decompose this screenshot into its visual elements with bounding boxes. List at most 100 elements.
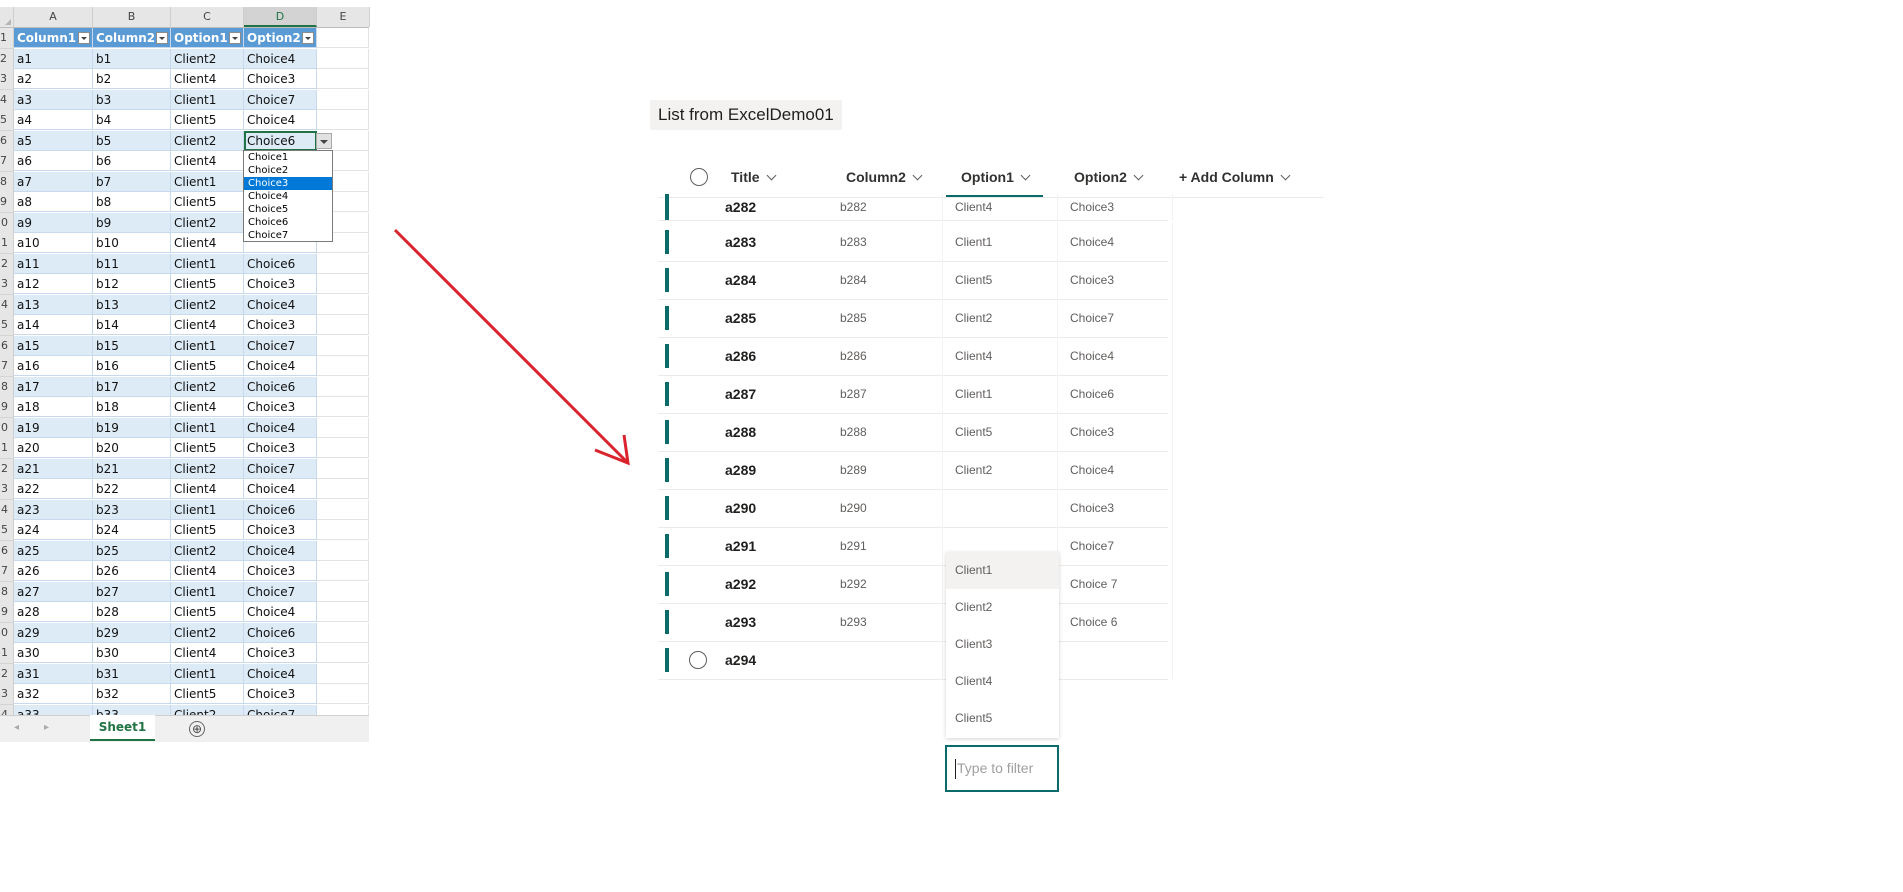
table-cell[interactable]: Client2 <box>171 130 244 151</box>
row-number[interactable]: 16 <box>0 335 14 357</box>
table-cell[interactable]: a24 <box>14 520 93 540</box>
title-cell[interactable]: a291 <box>713 527 828 565</box>
option1-cell[interactable]: Client4 <box>943 337 1058 375</box>
title-cell[interactable]: a292 <box>713 565 828 603</box>
row-number[interactable]: 9 <box>0 192 14 213</box>
column2-cell[interactable]: b286 <box>828 337 943 375</box>
table-cell[interactable]: b26 <box>93 561 171 581</box>
new-list-row[interactable]: a294 <box>658 641 1173 680</box>
table-cell[interactable]: Choice4 <box>244 540 317 561</box>
row-number[interactable]: 33 <box>0 684 14 705</box>
row-number[interactable]: 12 <box>0 253 14 275</box>
table-cell[interactable]: b28 <box>93 602 171 622</box>
row-number[interactable]: 8 <box>0 171 14 193</box>
row-number[interactable]: 3 <box>0 69 14 90</box>
table-cell[interactable]: Choice4 <box>244 479 317 499</box>
table-cell[interactable]: Choice7 <box>244 581 317 602</box>
dropdown-option[interactable]: Client1 <box>946 552 1059 589</box>
table-cell[interactable]: b13 <box>93 294 171 315</box>
table-cell[interactable]: a25 <box>14 540 93 561</box>
table-cell[interactable]: b21 <box>93 458 171 479</box>
empty-cell[interactable] <box>317 48 369 69</box>
table-cell[interactable]: a31 <box>14 663 93 684</box>
column2-cell[interactable]: b282 <box>828 194 943 220</box>
column2-cell[interactable]: b284 <box>828 261 943 299</box>
table-cell[interactable]: Client2 <box>171 48 244 69</box>
option2-cell[interactable]: Choice3 <box>1058 489 1173 527</box>
empty-cell[interactable] <box>317 397 369 417</box>
dropdown-option[interactable]: Choice7 <box>244 229 332 242</box>
list-row[interactable]: a293 b293 Choice 6 <box>658 603 1173 642</box>
select-all-circle-icon[interactable] <box>690 168 708 186</box>
table-cell[interactable]: Choice6 <box>244 130 317 151</box>
table-cell[interactable]: Choice4 <box>244 417 317 438</box>
title-cell[interactable]: a290 <box>713 489 828 527</box>
table-cell[interactable]: b11 <box>93 253 171 274</box>
empty-cell[interactable] <box>317 376 369 397</box>
table-cell[interactable]: Client1 <box>171 581 244 602</box>
row-number[interactable]: 20 <box>0 417 14 439</box>
empty-cell[interactable] <box>317 520 369 540</box>
table-cell[interactable]: a8 <box>14 192 93 212</box>
empty-cell[interactable] <box>317 69 369 89</box>
table-cell[interactable]: Client5 <box>171 110 244 130</box>
add-column-button[interactable]: + Add Column <box>1179 157 1291 197</box>
row-number[interactable]: 11 <box>0 233 14 254</box>
table-cell[interactable]: Choice3 <box>244 315 317 335</box>
table-cell[interactable]: b14 <box>93 315 171 335</box>
table-cell[interactable]: b1 <box>93 48 171 69</box>
option1-cell[interactable]: Client4 <box>943 194 1058 220</box>
table-cell[interactable]: a29 <box>14 622 93 643</box>
table-cell[interactable]: Choice4 <box>244 48 317 69</box>
option1-cell[interactable] <box>943 489 1058 527</box>
row-number[interactable]: 19 <box>0 397 14 418</box>
table-cell[interactable]: Choice3 <box>244 438 317 458</box>
option1-cell[interactable]: Client1 <box>943 223 1058 261</box>
option2-cell[interactable]: Choice4 <box>1058 223 1173 261</box>
empty-cell[interactable] <box>317 479 369 499</box>
table-cell[interactable]: Client5 <box>171 192 244 212</box>
column2-cell[interactable]: b291 <box>828 527 943 565</box>
empty-cell[interactable] <box>317 335 369 356</box>
option2-cell[interactable]: Choice3 <box>1058 413 1173 451</box>
column-header-e[interactable]: E <box>317 7 370 27</box>
row-number[interactable]: 21 <box>0 438 14 459</box>
title-cell[interactable]: a284 <box>713 261 828 299</box>
table-cell[interactable]: b23 <box>93 499 171 520</box>
table-cell[interactable]: a22 <box>14 479 93 499</box>
list-row[interactable]: a290 b290 Choice3 <box>658 489 1173 528</box>
list-row[interactable]: a289 b289 Client2 Choice4 <box>658 451 1173 490</box>
table-cell[interactable]: a14 <box>14 315 93 335</box>
table-cell[interactable]: Client2 <box>171 376 244 397</box>
table-cell[interactable]: Client1 <box>171 417 244 438</box>
row-number[interactable]: 2 <box>0 48 14 70</box>
table-cell[interactable]: Client4 <box>171 643 244 663</box>
table-cell[interactable]: b16 <box>93 356 171 376</box>
column2-cell[interactable]: b288 <box>828 413 943 451</box>
column2-cell[interactable]: b292 <box>828 565 943 603</box>
empty-cell[interactable] <box>317 622 369 643</box>
row-number[interactable]: 7 <box>0 151 14 172</box>
table-cell[interactable]: Client4 <box>171 315 244 335</box>
table-header-cell[interactable]: Column1 <box>14 28 93 48</box>
empty-cell[interactable] <box>317 274 369 294</box>
next-sheet-icon[interactable]: ▸ <box>44 722 49 733</box>
table-cell[interactable]: a11 <box>14 253 93 274</box>
excel-choice-dropdown[interactable]: Choice1 Choice2 Choice3 Choice4 Choice5 Choic… <box>243 150 333 242</box>
table-cell[interactable]: a2 <box>14 69 93 89</box>
table-cell[interactable]: Choice3 <box>244 520 317 540</box>
table-cell[interactable]: Choice4 <box>244 110 317 130</box>
empty-cell[interactable] <box>317 417 369 438</box>
table-cell[interactable]: a18 <box>14 397 93 417</box>
table-cell[interactable]: a26 <box>14 561 93 581</box>
table-cell[interactable]: a19 <box>14 417 93 438</box>
table-cell[interactable]: Client5 <box>171 684 244 704</box>
column-header-a[interactable]: A <box>14 7 93 27</box>
table-cell[interactable]: b8 <box>93 192 171 212</box>
table-cell[interactable]: a9 <box>14 212 93 233</box>
table-cell[interactable]: Choice6 <box>244 622 317 643</box>
table-cell[interactable]: b30 <box>93 643 171 663</box>
empty-cell[interactable] <box>317 499 369 520</box>
empty-cell[interactable] <box>317 643 369 663</box>
table-cell[interactable]: Client5 <box>171 438 244 458</box>
